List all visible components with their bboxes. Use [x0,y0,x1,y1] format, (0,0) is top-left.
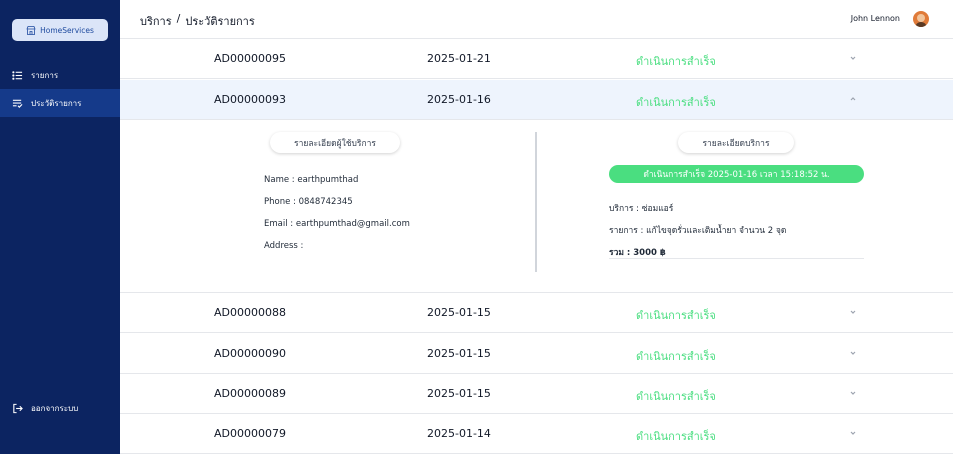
user-email-field: Email : earthpumthad@gmail.com [264,219,410,229]
avatar[interactable] [913,11,929,27]
row-id: AD00000090 [214,347,286,360]
details-divider [535,132,537,272]
row-id: AD00000088 [214,306,286,319]
table-row[interactable]: AD00000090 2025-01-15 ดำเนินการสำเร็จ [120,334,953,374]
sidebar-item-label: ประวัติรายการ [31,98,82,108]
breadcrumb: บริการ / ประวัติรายการ [140,12,255,30]
service-field: บริการ : ซ่อมแอร์ [609,204,674,214]
row-status: ดำเนินการสำเร็จ [636,350,716,363]
chevron-up-icon[interactable] [848,94,858,104]
row-id: AD00000095 [214,52,286,65]
details-panel: รายละเอียดผู้ใช้บริการ รายละเอียดบริการ … [120,120,953,293]
row-date: 2025-01-15 [427,387,491,400]
app-root: HomeServices รายการ ประวัติรายการ ออกจาก… [0,0,953,454]
list-icon [12,70,23,80]
row-status: ดำเนินการสำเร็จ [636,309,716,322]
table-row-expanded[interactable]: AD00000093 2025-01-16 ดำเนินการสำเร็จ [120,80,953,120]
service-details-title: รายละเอียดบริการ [678,132,794,153]
service-items-field: รายการ : แก้ไขจุดรั่วและเติมน้ำยา จำนวน … [609,226,787,236]
chevron-down-icon[interactable] [848,388,858,398]
sidebar: HomeServices รายการ ประวัติรายการ ออกจาก… [0,0,120,454]
user-name-field: Name : earthpumthad [264,175,359,185]
avatar-body [915,22,927,27]
table-row[interactable]: AD00000089 2025-01-15 ดำเนินการสำเร็จ [120,374,953,414]
table-row[interactable]: AD00000079 2025-01-14 ดำเนินการสำเร็จ [120,414,953,454]
user-name: John Lennon [850,14,900,23]
row-date: 2025-01-16 [427,93,491,106]
logout-icon [13,403,23,413]
avatar-face [917,14,925,22]
total-underline [609,258,864,259]
row-date: 2025-01-21 [427,52,491,65]
chevron-down-icon[interactable] [848,53,858,63]
breadcrumb-current: ประวัติรายการ [185,15,255,28]
sidebar-item-list[interactable]: รายการ [0,61,120,89]
brand-logo[interactable]: HomeServices [12,19,108,41]
row-status: ดำเนินการสำเร็จ [636,390,716,403]
logout-button[interactable]: ออกจากระบบ [0,394,120,422]
breadcrumb-separator: / [176,12,181,25]
row-id: AD00000079 [214,427,286,440]
list-check-icon [12,99,23,108]
row-date: 2025-01-15 [427,347,491,360]
table-row[interactable]: AD00000095 2025-01-21 ดำเนินการสำเร็จ [120,39,953,79]
top-header: บริการ / ประวัติรายการ John Lennon [120,0,953,39]
row-status: ดำเนินการสำเร็จ [636,55,716,68]
sidebar-item-history[interactable]: ประวัติรายการ [0,89,120,117]
chevron-down-icon[interactable] [848,428,858,438]
user-phone-field: Phone : 0848742345 [264,197,353,207]
table-row[interactable]: AD00000088 2025-01-15 ดำเนินการสำเร็จ [120,293,953,333]
row-status: ดำเนินการสำเร็จ [636,430,716,443]
row-id: AD00000093 [214,93,286,106]
chevron-down-icon[interactable] [848,307,858,317]
status-banner: ดำเนินการสำเร็จ 2025-01-16 เวลา 15:18:52… [609,165,864,183]
sidebar-item-label: รายการ [31,70,59,80]
breadcrumb-root[interactable]: บริการ [140,12,172,30]
row-date: 2025-01-15 [427,306,491,319]
row-status: ดำเนินการสำเร็จ [636,96,716,109]
row-id: AD00000089 [214,387,286,400]
logout-label: ออกจากระบบ [31,403,79,413]
chevron-down-icon[interactable] [848,348,858,358]
brand-name: HomeServices [40,25,94,35]
row-date: 2025-01-14 [427,427,491,440]
service-total: รวม : 3000 ฿ [609,248,666,258]
user-address-field: Address : [264,241,304,251]
storefront-icon [26,25,36,35]
user-details-title: รายละเอียดผู้ใช้บริการ [270,132,400,153]
